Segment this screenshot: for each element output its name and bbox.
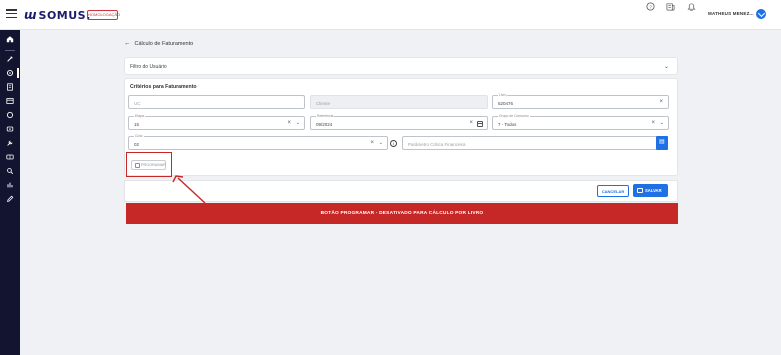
clear-icon[interactable]: × xyxy=(370,140,374,146)
arrow-left-icon: ← xyxy=(124,40,131,47)
uc-placeholder: UC xyxy=(134,100,141,106)
cancel-button[interactable]: CANCELAR xyxy=(597,185,629,197)
referencia-field[interactable]: Referência 09/2024 × xyxy=(310,114,488,130)
ciclo-value: 02 xyxy=(134,141,140,147)
circle-icon[interactable] xyxy=(4,111,15,122)
chart-icon[interactable] xyxy=(4,181,15,192)
chevron-down-icon[interactable]: ⌄ xyxy=(660,120,664,126)
save-icon xyxy=(637,187,643,193)
parametro-critica-placeholder: Parâmetro Crítica Financeira xyxy=(408,141,466,147)
ciclo-field[interactable]: Ciclo 02 × ⌄ xyxy=(128,134,388,150)
home-icon[interactable] xyxy=(4,35,15,46)
grid-icon[interactable] xyxy=(4,153,15,164)
parametro-critica-field[interactable]: Parâmetro Crítica Financeira xyxy=(402,136,657,150)
etapa-label: Etapa xyxy=(134,114,145,118)
gear-icon[interactable] xyxy=(4,69,15,80)
svg-text:?: ? xyxy=(649,4,652,9)
cliente-placeholder: Cliente xyxy=(316,100,331,106)
edit-icon[interactable] xyxy=(4,195,15,206)
grupo-consumo-field[interactable]: Grupo de Consumo 7 - Todos × ⌄ xyxy=(492,114,669,130)
criteria-title: Critérios para Faturamento xyxy=(130,84,197,90)
action-bar xyxy=(124,180,678,202)
logo[interactable]: ɯ SOMUS. xyxy=(24,8,91,22)
livro-label: Livro xyxy=(498,93,508,97)
sidebar-active-indicator xyxy=(17,68,19,78)
etapa-value: 15 xyxy=(134,121,140,127)
save-label: SALVAR xyxy=(645,188,662,193)
environment-badge: HOMOLOGAÇÃO xyxy=(87,10,120,20)
user-name[interactable]: MATHEUS MENEZ... xyxy=(708,11,754,16)
clear-icon[interactable]: × xyxy=(469,120,473,126)
page-title: Cálculo de Faturamento xyxy=(134,41,194,47)
search-icon[interactable] xyxy=(4,167,15,178)
menu-icon[interactable] xyxy=(6,9,17,19)
back-link[interactable]: ← Cálculo de Faturamento xyxy=(124,40,193,47)
list-icon[interactable] xyxy=(4,83,15,94)
user-filter-panel[interactable]: Filtro do Usuário ⌄ xyxy=(124,57,678,75)
user-filter-title: Filtro do Usuário xyxy=(130,64,167,70)
help-icon[interactable]: ? xyxy=(644,0,656,12)
warning-banner: BOTÃO PROGRAMAR - DESATIVADO PARA CÁLCUL… xyxy=(126,203,678,224)
chevron-down-icon[interactable]: ⌄ xyxy=(379,140,383,146)
cliente-field: Cliente xyxy=(310,95,488,109)
sidebar-divider xyxy=(5,50,15,51)
tools-icon[interactable] xyxy=(4,55,15,66)
clear-icon[interactable]: × xyxy=(659,99,663,105)
livro-value: 520476 xyxy=(498,100,514,106)
notification-icon[interactable] xyxy=(685,0,697,12)
chevron-down-icon[interactable]: ⌄ xyxy=(664,63,669,70)
referencia-value: 09/2024 xyxy=(316,121,333,127)
news-icon[interactable] xyxy=(664,0,676,12)
etapa-field[interactable]: Etapa 15 × ⌄ xyxy=(128,114,305,130)
logo-text: SOMUS. xyxy=(38,8,91,22)
programar-label: PROGRAMAR xyxy=(141,163,166,167)
calendar-icon xyxy=(134,163,140,168)
search-button[interactable] xyxy=(656,136,668,150)
chevron-down-icon[interactable]: ⌄ xyxy=(296,120,300,126)
top-bar: ɯ SOMUS. HOMOLOGAÇÃO ? MATHEUS MENEZ... xyxy=(0,0,781,30)
user-avatar[interactable] xyxy=(756,9,766,19)
livro-field[interactable]: Livro 520476 × xyxy=(492,93,669,109)
sidebar xyxy=(0,30,20,355)
info-icon[interactable]: i xyxy=(390,139,397,147)
logo-mark: ɯ xyxy=(24,8,36,22)
box-icon[interactable] xyxy=(4,125,15,136)
wrench-icon[interactable] xyxy=(4,139,15,150)
calendar-icon[interactable] xyxy=(477,120,483,127)
annotation-arrow xyxy=(172,175,206,204)
ciclo-label: Ciclo xyxy=(134,134,144,138)
save-button[interactable]: SALVAR xyxy=(633,184,668,197)
grupo-consumo-label: Grupo de Consumo xyxy=(498,114,530,118)
programar-button[interactable]: PROGRAMAR xyxy=(131,160,166,170)
clear-icon[interactable]: × xyxy=(651,120,655,126)
clear-icon[interactable]: × xyxy=(287,120,291,126)
referencia-label: Referência xyxy=(316,114,335,118)
uc-field[interactable]: UC xyxy=(128,95,305,109)
card-icon[interactable] xyxy=(4,97,15,108)
grupo-consumo-value: 7 - Todos xyxy=(498,121,517,127)
